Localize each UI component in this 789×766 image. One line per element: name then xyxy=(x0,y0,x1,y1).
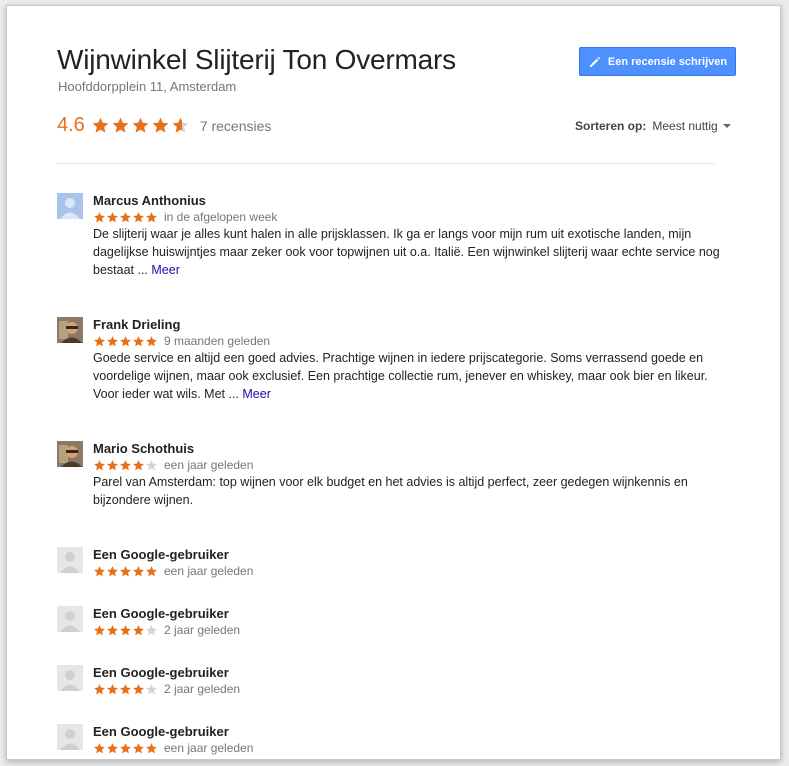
avatar-icon xyxy=(57,724,83,750)
star-icon xyxy=(146,459,157,470)
star-icon xyxy=(94,565,105,576)
divider xyxy=(57,163,715,164)
review-stars xyxy=(93,335,158,348)
star-icon xyxy=(146,742,157,753)
more-link[interactable]: Meer xyxy=(242,387,270,401)
star-icon xyxy=(146,683,157,694)
star-icon xyxy=(120,211,131,222)
review-date: 2 jaar geleden xyxy=(164,682,241,696)
star-icon xyxy=(152,117,169,133)
avatar[interactable] xyxy=(57,193,83,219)
review-date: een jaar geleden xyxy=(164,458,254,472)
write-review-label: Een recensie schrijven xyxy=(607,55,728,68)
write-review-button[interactable]: Een recensie schrijven xyxy=(579,47,736,76)
star-icon xyxy=(94,459,105,470)
review-author[interactable]: Een Google-gebruiker xyxy=(93,606,723,622)
avatar-icon xyxy=(57,606,83,632)
rating-summary: 4.6 7 recensies xyxy=(57,114,271,137)
star-icon xyxy=(120,624,131,635)
review-stars xyxy=(93,624,158,637)
sort-control[interactable]: Sorteren op: Meest nuttig xyxy=(575,119,731,133)
star-icon xyxy=(94,211,105,222)
review-stars xyxy=(93,459,158,472)
avatar-icon xyxy=(57,193,83,219)
review-date: een jaar geleden xyxy=(164,564,254,578)
review-date: 9 maanden geleden xyxy=(164,334,271,348)
star-icon xyxy=(133,335,144,346)
star-icon xyxy=(94,742,105,753)
star-icon xyxy=(133,459,144,470)
star-icon xyxy=(94,624,105,635)
avatar-icon xyxy=(57,317,83,343)
review-stars xyxy=(93,565,158,578)
review-date: 2 jaar geleden xyxy=(164,623,241,637)
avatar-icon xyxy=(57,665,83,691)
star-icon xyxy=(120,335,131,346)
review-text: Goede service en altijd een goed advies.… xyxy=(93,351,708,401)
star-icon xyxy=(120,565,131,576)
star-icon xyxy=(146,335,157,346)
reviews-dialog: Wijnwinkel Slijterij Ton Overmars Hoofdd… xyxy=(6,5,781,760)
review-date: in de afgelopen week xyxy=(164,210,278,224)
sort-dropdown[interactable]: Meest nuttig xyxy=(652,119,717,133)
average-rating-stars xyxy=(91,116,190,135)
review-text: De slijterij waar je alles kunt halen in… xyxy=(93,227,720,277)
star-icon xyxy=(133,742,144,753)
avatar[interactable] xyxy=(57,317,83,343)
avatar-icon xyxy=(57,547,83,573)
star-icon xyxy=(94,683,105,694)
star-icon xyxy=(172,117,189,133)
star-icon xyxy=(94,335,105,346)
review-author[interactable]: Een Google-gebruiker xyxy=(93,547,723,563)
avatar[interactable] xyxy=(57,547,83,573)
star-icon xyxy=(146,211,157,222)
review-date: een jaar geleden xyxy=(164,741,254,755)
avatar-icon xyxy=(57,441,83,467)
review-stars xyxy=(93,683,158,696)
star-icon xyxy=(92,117,109,133)
star-icon xyxy=(107,459,118,470)
star-icon xyxy=(107,624,118,635)
star-icon xyxy=(133,624,144,635)
review-author[interactable]: Een Google-gebruiker xyxy=(93,724,723,740)
chevron-down-icon[interactable] xyxy=(722,124,731,128)
star-icon xyxy=(107,565,118,576)
star-icon xyxy=(146,624,157,635)
star-icon xyxy=(120,683,131,694)
sort-label: Sorteren op: xyxy=(575,119,647,133)
star-icon xyxy=(120,459,131,470)
review-author[interactable]: Mario Schothuis xyxy=(93,441,723,457)
star-icon xyxy=(112,117,129,133)
avatar[interactable] xyxy=(57,724,83,750)
review-stars xyxy=(93,211,158,224)
star-icon xyxy=(133,211,144,222)
star-icon xyxy=(120,742,131,753)
star-icon xyxy=(107,683,118,694)
avatar[interactable] xyxy=(57,665,83,691)
avatar[interactable] xyxy=(57,441,83,467)
more-link[interactable]: Meer xyxy=(151,263,179,277)
review-count[interactable]: 7 recensies xyxy=(200,118,272,134)
average-rating: 4.6 xyxy=(57,114,85,136)
review-text: Parel van Amsterdam: top wijnen voor elk… xyxy=(93,475,688,507)
avatar[interactable] xyxy=(57,606,83,632)
review-author[interactable]: Een Google-gebruiker xyxy=(93,665,723,681)
star-icon xyxy=(146,565,157,576)
review-stars xyxy=(93,742,158,755)
place-address: Hoofddorpplein 11, Amsterdam xyxy=(58,79,237,94)
review-author[interactable]: Marcus Anthonius xyxy=(93,193,723,209)
star-icon xyxy=(132,117,149,133)
review-author[interactable]: Frank Drieling xyxy=(93,317,723,333)
star-icon xyxy=(133,683,144,694)
page-title: Wijnwinkel Slijterij Ton Overmars xyxy=(57,44,456,75)
star-icon xyxy=(107,742,118,753)
pencil-icon xyxy=(589,56,601,67)
star-icon xyxy=(107,211,118,222)
star-icon xyxy=(107,335,118,346)
star-icon xyxy=(133,565,144,576)
